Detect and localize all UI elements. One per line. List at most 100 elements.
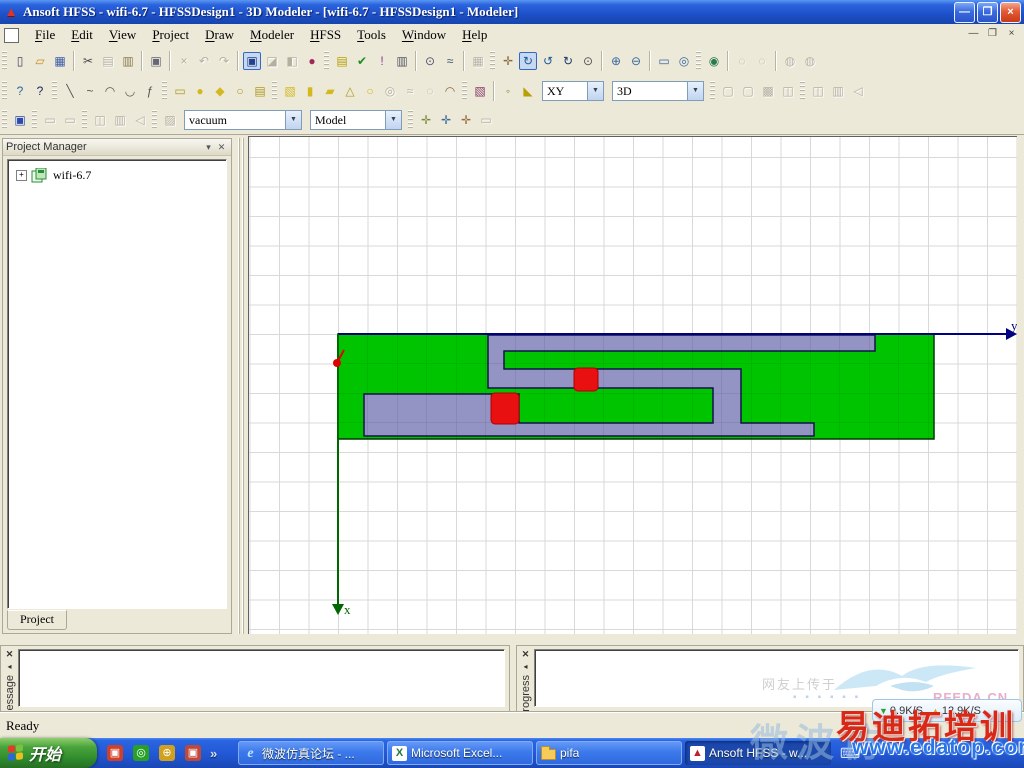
draw-cone-icon[interactable]: △ <box>341 82 359 100</box>
zoom-out-icon[interactable]: ⊖ <box>627 52 645 70</box>
task-pifa[interactable]: pifa <box>536 741 682 765</box>
tree-expand-icon[interactable]: + <box>16 170 27 181</box>
start-button[interactable]: 开始 <box>0 738 97 768</box>
language-bar-keyboard-icon[interactable]: ⌨ <box>840 745 860 762</box>
toolbar-grip[interactable] <box>272 81 277 101</box>
progress-close-icon[interactable]: ✕ <box>522 649 530 660</box>
print-icon[interactable]: ▣ <box>147 52 165 70</box>
duplicate-line-icon[interactable]: ◫ <box>809 82 827 100</box>
toolbar-grip[interactable] <box>462 81 467 101</box>
context-help-icon[interactable]: ? <box>31 82 49 100</box>
draw-plane-icon[interactable]: ◣ <box>519 82 537 100</box>
chevron-icon[interactable]: » <box>210 746 217 761</box>
delete-icon[interactable]: × <box>175 52 193 70</box>
feed-port-marker-2[interactable] <box>574 368 598 391</box>
redo-icon[interactable]: ↷ <box>215 52 233 70</box>
draw-line-icon[interactable]: ╲ <box>61 82 79 100</box>
draw-circle-icon[interactable]: ● <box>191 82 209 100</box>
show-all-icon[interactable]: ◍ <box>801 52 819 70</box>
toolbar-grip[interactable] <box>2 51 7 71</box>
message-list[interactable] <box>18 649 505 707</box>
draw-spiral-icon[interactable]: ◌ <box>421 82 439 100</box>
hide-selection-icon[interactable]: ◌ <box>733 52 751 70</box>
task-excel[interactable]: XMicrosoft Excel... <box>387 741 533 765</box>
close-button[interactable]: × <box>1000 2 1021 23</box>
toolbar-grip[interactable] <box>32 110 37 130</box>
toolbar-grip[interactable] <box>324 51 329 71</box>
quick-launch-icon-3[interactable]: ⊕ <box>159 745 175 761</box>
cs-global-icon[interactable]: ✛ <box>437 111 455 129</box>
message-close-icon[interactable]: ✕ <box>6 649 14 660</box>
cs-relative-icon[interactable]: ✛ <box>457 111 475 129</box>
draw-ellipse-icon[interactable]: ○ <box>231 82 249 100</box>
visibility-icon[interactable]: ◉ <box>705 52 723 70</box>
menu-modeler[interactable]: Modeler <box>242 25 302 44</box>
insert-component-icon[interactable]: ▧ <box>471 82 489 100</box>
rotate-icon[interactable]: ↻ <box>519 52 537 70</box>
show-selection-icon[interactable]: ◍ <box>781 52 799 70</box>
toolbar-grip[interactable] <box>82 110 87 130</box>
subtract-icon[interactable]: ▢ <box>739 82 757 100</box>
material-select-arrow-icon[interactable]: ▼ <box>285 111 301 129</box>
analyze-all-icon[interactable]: ! <box>373 52 391 70</box>
toolbar-grip[interactable] <box>2 110 7 130</box>
edge-mode-icon[interactable]: ▭ <box>61 111 79 129</box>
mdi-close-icon[interactable]: × <box>1003 27 1020 42</box>
duplicate-axis-icon[interactable]: ▥ <box>829 82 847 100</box>
modeler-viewport[interactable]: yx <box>248 136 1017 634</box>
draw-polyhedron-icon[interactable]: ▰ <box>321 82 339 100</box>
message-pin-icon[interactable]: ◂ <box>7 662 11 671</box>
mdi-document-icon[interactable] <box>4 28 19 43</box>
quick-launch-icon-1[interactable]: ▣ <box>107 745 123 761</box>
draw-helix-icon[interactable]: ≈ <box>401 82 419 100</box>
help-topics-icon[interactable]: ? <box>11 82 29 100</box>
project-variables-icon[interactable]: ▤ <box>333 52 351 70</box>
menu-view[interactable]: View <box>101 25 144 44</box>
feed-port-marker-1[interactable] <box>491 393 519 424</box>
minimize-button[interactable]: — <box>954 2 975 23</box>
drawing-plane-select-arrow-icon[interactable]: ▼ <box>587 82 603 100</box>
progress-pin-icon[interactable]: ◂ <box>523 662 527 671</box>
view-mode-select-arrow-icon[interactable]: ▼ <box>687 82 703 100</box>
optimetrics-icon[interactable]: ⊙ <box>421 52 439 70</box>
tree-item-project[interactable]: + wifi-6.7 <box>16 168 226 183</box>
mirror-icon[interactable]: ◁ <box>849 82 867 100</box>
cs-face-icon[interactable]: ▭ <box>477 111 495 129</box>
task-hfss[interactable]: ▲Ansoft HFSS - w... <box>685 741 831 765</box>
quick-launch-icon-2[interactable]: ◎ <box>133 745 149 761</box>
sweep-icon[interactable]: ◠ <box>441 82 459 100</box>
modeler-3d-icon[interactable]: ▣ <box>11 111 29 129</box>
menu-draw[interactable]: Draw <box>197 25 242 44</box>
copy-icon[interactable]: ▤ <box>99 52 117 70</box>
toolbar-grip[interactable] <box>152 110 157 130</box>
save-icon[interactable]: ▦ <box>51 52 69 70</box>
menu-tools[interactable]: Tools <box>349 25 394 44</box>
draw-arc-center-icon[interactable]: ◠ <box>101 82 119 100</box>
solution-report-icon[interactable]: ▥ <box>393 52 411 70</box>
draw-sphere-icon[interactable]: ○ <box>361 82 379 100</box>
hide-others-icon[interactable]: ◌ <box>753 52 771 70</box>
toolbar-grip[interactable] <box>696 51 701 71</box>
panel-splitter[interactable] <box>236 138 246 634</box>
menu-hfss[interactable]: HFSS <box>302 25 349 44</box>
select-object-icon[interactable]: ▣ <box>243 52 261 70</box>
split-icon[interactable]: ◫ <box>779 82 797 100</box>
draw-box-icon[interactable]: ▧ <box>281 82 299 100</box>
face-mode-icon[interactable]: ▭ <box>41 111 59 129</box>
toolbar-grip[interactable] <box>52 81 57 101</box>
draw-region-icon[interactable]: ▤ <box>251 82 269 100</box>
fit-all-icon[interactable]: ◎ <box>675 52 693 70</box>
project-tree[interactable]: + wifi-6.7 <box>7 159 227 609</box>
grid-plane-icon[interactable]: ▨ <box>161 111 179 129</box>
validate-icon[interactable]: ✔ <box>353 52 371 70</box>
pan-icon[interactable]: ✛ <box>499 52 517 70</box>
panel-close-icon[interactable]: ✕ <box>215 142 228 153</box>
select-face-icon[interactable]: ◪ <box>263 52 281 70</box>
menu-edit[interactable]: Edit <box>63 25 101 44</box>
draw-point-icon[interactable]: ◦ <box>499 82 517 100</box>
zoom-in-icon[interactable]: ⊕ <box>607 52 625 70</box>
draw-equation-curve-icon[interactable]: ƒ <box>141 82 159 100</box>
duplicate-icon[interactable]: ▥ <box>111 111 129 129</box>
toolbar-grip[interactable] <box>800 81 805 101</box>
project-manager-titlebar[interactable]: Project Manager ▾ ✕ <box>3 139 231 156</box>
